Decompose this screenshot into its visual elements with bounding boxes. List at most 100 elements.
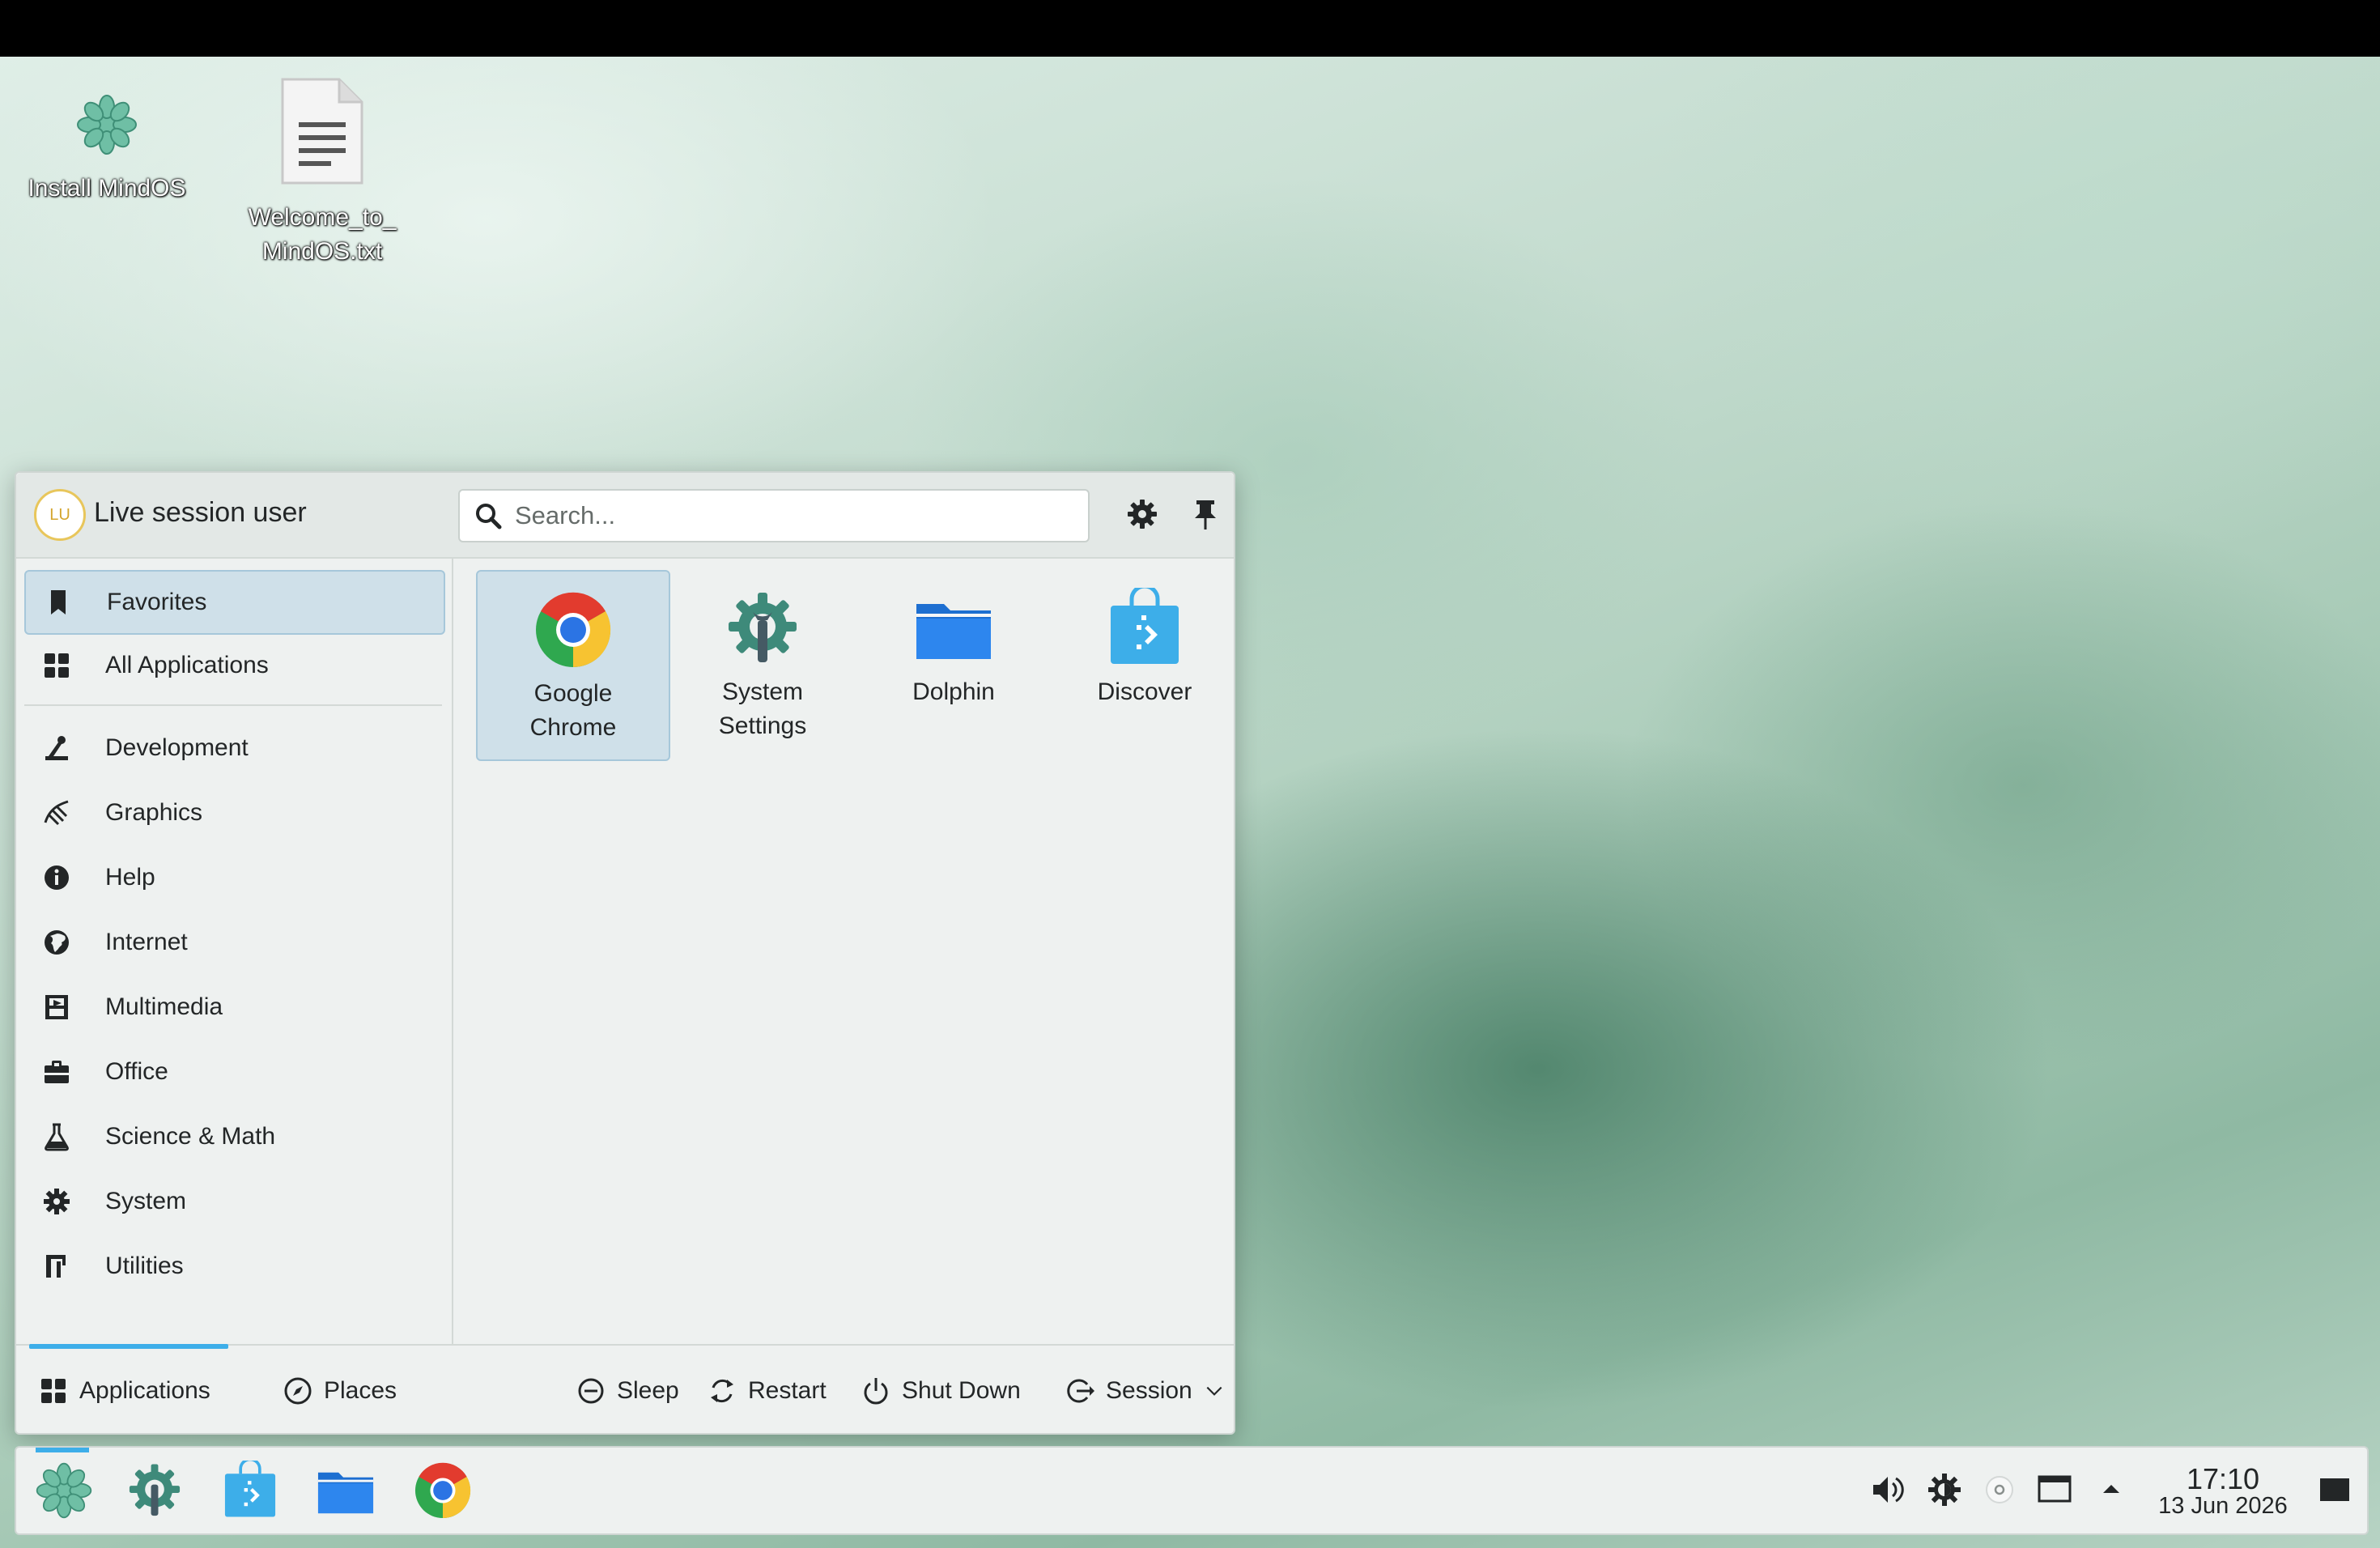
tab-applications[interactable]: Applications: [39, 1368, 210, 1414]
launcher-header: LU Live session user: [16, 473, 1234, 559]
search-icon: [476, 504, 502, 529]
flask-icon: [45, 1123, 69, 1151]
chevron-down-icon: [1206, 1386, 1222, 1396]
category-label: Utilities: [105, 1252, 184, 1279]
category-all-applications[interactable]: All Applications: [24, 635, 442, 696]
chrome-icon: [536, 592, 611, 668]
category-development[interactable]: Development: [24, 717, 442, 779]
chrome-icon[interactable]: [413, 1461, 473, 1520]
restart-button[interactable]: Restart: [708, 1368, 827, 1414]
category-label: Internet: [105, 929, 188, 955]
sleep-button[interactable]: Sleep: [576, 1368, 679, 1414]
category-graphics[interactable]: Graphics: [24, 782, 442, 844]
favorite-label-line1: Google: [533, 680, 613, 707]
category-label: Graphics: [105, 799, 203, 826]
volume-icon[interactable]: [1870, 1472, 1906, 1508]
graphics-icon: [44, 800, 69, 826]
session-button[interactable]: Session: [1065, 1368, 1225, 1414]
discover-icon: [1111, 588, 1179, 664]
active-tab-indicator: [29, 1344, 228, 1349]
show-desktop-icon[interactable]: [2317, 1472, 2352, 1508]
category-label: All Applications: [105, 652, 269, 678]
desktop-icon-label: Install MindOS: [28, 175, 186, 202]
shut-down-label: Shut Down: [902, 1377, 1021, 1404]
favorite-label-line2: Settings: [718, 712, 807, 739]
system-settings-icon: [729, 593, 797, 662]
category-multimedia[interactable]: Multimedia: [24, 976, 442, 1038]
category-office[interactable]: Office: [24, 1041, 442, 1103]
configure-icon[interactable]: [1125, 497, 1159, 531]
favorite-system-settings[interactable]: System Settings: [667, 570, 858, 758]
system-settings-icon[interactable]: [125, 1461, 185, 1520]
gear-icon: [44, 1189, 70, 1214]
text-file-icon: [281, 78, 363, 185]
taskbar: 17:10 13 Jun 2026: [15, 1446, 2369, 1535]
display-icon[interactable]: [2037, 1472, 2072, 1508]
compass-icon: [284, 1377, 312, 1405]
tab-places[interactable]: Places: [283, 1368, 397, 1414]
utilities-icon: [46, 1255, 66, 1278]
favorite-google-chrome[interactable]: Google Chrome: [476, 570, 670, 761]
mindos-logo-icon[interactable]: [34, 1461, 94, 1520]
pin-icon[interactable]: [1188, 497, 1222, 531]
avatar[interactable]: LU: [34, 489, 86, 541]
brightness-icon[interactable]: [1927, 1472, 1962, 1508]
session-label: Session: [1106, 1377, 1192, 1404]
category-sidebar: Favorites All Applications Development G…: [16, 559, 453, 1344]
folder-icon[interactable]: [316, 1461, 376, 1520]
category-label: Development: [105, 734, 249, 761]
briefcase-icon: [45, 1061, 69, 1083]
category-label: System: [105, 1188, 187, 1214]
folder-icon: [916, 604, 991, 659]
category-label: Help: [105, 864, 155, 891]
search-field[interactable]: [458, 489, 1090, 542]
user-name: Live session user: [94, 497, 307, 528]
category-help[interactable]: Help: [24, 847, 442, 908]
grid-icon: [45, 653, 69, 678]
category-label: Multimedia: [105, 993, 223, 1020]
clock-date[interactable]: 13 Jun 2026: [2142, 1493, 2304, 1520]
category-label: Favorites: [107, 589, 207, 615]
grid-icon: [41, 1379, 66, 1403]
expand-arrow-icon[interactable]: [2093, 1472, 2129, 1508]
restart-icon: [711, 1379, 733, 1403]
desktop-icon-label-line1: Welcome_to_: [248, 204, 397, 231]
search-input[interactable]: [513, 499, 1075, 533]
desktop-icon-label-line2: MindOS.txt: [261, 238, 383, 265]
session-icon: [1067, 1379, 1094, 1403]
bookmark-icon: [51, 590, 66, 615]
category-internet[interactable]: Internet: [24, 912, 442, 973]
favorite-discover[interactable]: Discover: [1049, 570, 1240, 758]
category-divider: [24, 704, 442, 706]
application-launcher: LU Live session user Search... Favorites…: [15, 471, 1235, 1435]
favorite-dolphin[interactable]: Dolphin: [858, 570, 1049, 758]
clock-time[interactable]: 17:10: [2174, 1462, 2272, 1496]
favorites-grid: Google Chrome System Settings Dolphin Di…: [453, 559, 1232, 1344]
category-label: Science & Math: [105, 1123, 276, 1150]
discover-icon[interactable]: [220, 1461, 280, 1520]
launcher-footer: Applications Places Sleep Restart Shut D…: [16, 1344, 1234, 1435]
category-utilities[interactable]: Utilities: [24, 1235, 442, 1297]
desktop-icon-install-mindos[interactable]: Install MindOS: [2, 92, 212, 206]
desktop-icon-welcome-txt[interactable]: Welcome_to_ MindOS.txt: [217, 76, 427, 269]
mindos-logo-icon: [77, 95, 137, 155]
favorite-label-line1: Discover: [1097, 678, 1192, 705]
sleep-label: Sleep: [617, 1377, 679, 1404]
restart-label: Restart: [748, 1377, 827, 1404]
network-icon[interactable]: [1982, 1472, 2017, 1508]
category-science-math[interactable]: Science & Math: [24, 1106, 442, 1167]
film-icon: [45, 995, 68, 1019]
development-icon: [45, 736, 68, 760]
favorite-label-line1: System: [721, 678, 804, 705]
category-favorites[interactable]: Favorites: [24, 570, 445, 635]
category-system[interactable]: System: [24, 1171, 442, 1232]
tab-label: Places: [324, 1377, 397, 1404]
shut-down-button[interactable]: Shut Down: [861, 1368, 1021, 1414]
category-label: Office: [105, 1058, 168, 1085]
favorite-label-line1: Dolphin: [912, 678, 995, 705]
launcher-active-indicator: [36, 1448, 89, 1452]
favorite-label-line2: Chrome: [529, 714, 617, 741]
globe-icon: [45, 930, 69, 955]
info-icon: [45, 865, 69, 890]
tab-label: Applications: [79, 1377, 210, 1404]
